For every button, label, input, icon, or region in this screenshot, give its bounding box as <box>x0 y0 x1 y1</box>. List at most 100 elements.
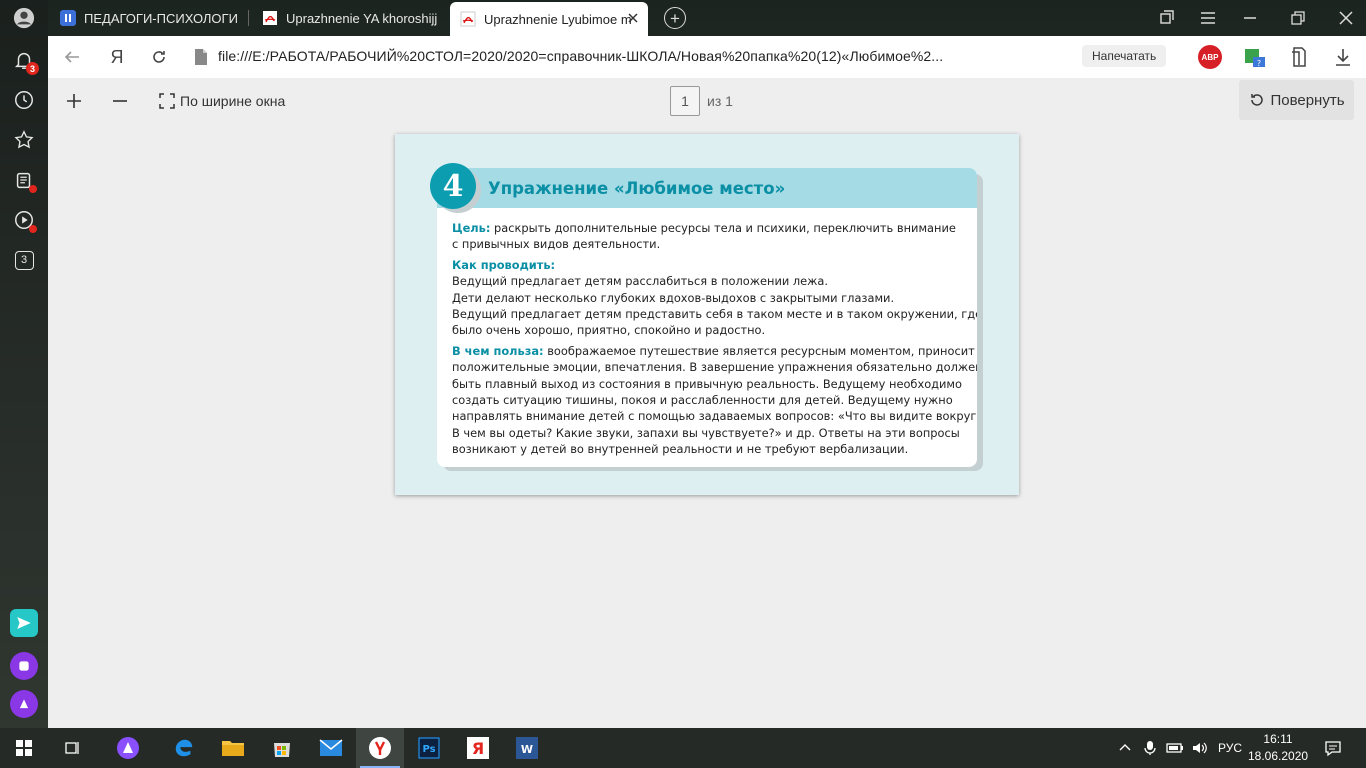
yandex-logo[interactable]: Я <box>106 46 128 68</box>
tab-separator <box>248 10 249 26</box>
card-body: Цель: раскрыть дополнительные ресурсы те… <box>452 220 977 462</box>
svg-text:Ps: Ps <box>422 744 435 755</box>
notifications-bell-icon[interactable]: 3 <box>8 44 40 76</box>
rotate-button[interactable]: Повернуть <box>1239 80 1354 120</box>
notifications-badge: 3 <box>26 62 39 75</box>
page-number-input[interactable]: 1 <box>670 86 700 116</box>
new-tab-button[interactable]: + <box>664 7 686 29</box>
close-tab-icon[interactable] <box>626 11 640 25</box>
tab-label: Uprazhnenie YA khoroshijj <box>286 10 438 26</box>
video-play-icon[interactable] <box>8 204 40 236</box>
rotate-label: Повернуть <box>1270 91 1345 109</box>
microsoft-store-icon[interactable] <box>258 728 306 768</box>
tab-label: Uprazhnenie Lyubimoe m <box>484 11 632 27</box>
goal-text: раскрыть дополнительные ресурсы тела и п… <box>490 221 956 235</box>
how-label: Как проводить: <box>452 257 556 272</box>
extension-download-icon[interactable]: ? <box>1243 45 1267 69</box>
goal-line: Цель: раскрыть дополнительные ресурсы те… <box>452 220 964 236</box>
how-line: было очень хорошо, приятно, спокойно и р… <box>452 323 766 338</box>
benefit-text: воображаемое путешествие является ресурс… <box>543 343 975 358</box>
bookmark-app-icon <box>60 10 76 26</box>
photoshop-icon[interactable]: Ps <box>405 728 453 768</box>
goal-line: с привычных видов деятельности. <box>452 237 661 252</box>
svg-text:?: ? <box>1257 59 1261 68</box>
mail-icon[interactable] <box>307 728 355 768</box>
print-button[interactable]: Напечатать <box>1082 45 1167 67</box>
close-window-icon[interactable] <box>1336 8 1356 28</box>
start-windows-icon[interactable] <box>0 728 48 768</box>
fit-width-button[interactable]: По ширине окна <box>158 90 285 112</box>
edge-browser-icon[interactable] <box>160 728 208 768</box>
file-page-icon[interactable] <box>190 46 212 68</box>
yandex-icon[interactable]: Я <box>454 728 502 768</box>
fit-width-label: По ширине окна <box>180 93 286 109</box>
pdf-toolbar: По ширине окна 1 из 1 Повернуть <box>48 78 1366 124</box>
downloads-icon[interactable] <box>1331 45 1355 69</box>
tab-bar: ПЕДАГОГИ-ПСИХОЛОГИ Uprazhnenie YA khoros… <box>48 0 1366 36</box>
exercise-card: Упражнение «Любимое место» Цель: раскрыт… <box>437 168 977 467</box>
alice-assistant-icon[interactable] <box>10 690 38 718</box>
collections-icon[interactable] <box>8 164 40 196</box>
tab-uprazhnenie-ya[interactable]: Uprazhnenie YA khoroshijj <box>252 5 444 31</box>
restore-window-icon[interactable] <box>1288 8 1308 28</box>
goal-paragraph: Цель: раскрыть дополнительные ресурсы те… <box>452 220 964 253</box>
profile-icon[interactable] <box>8 2 40 34</box>
svg-text:Я: Я <box>472 739 484 758</box>
tab-label: ПЕДАГОГИ-ПСИХОЛОГИ <box>84 10 238 26</box>
zoom-in-plus-icon[interactable] <box>65 90 83 112</box>
menu-hamburger-icon[interactable] <box>1198 8 1218 28</box>
yandex-browser-taskbar-icon[interactable] <box>356 728 404 768</box>
word-icon[interactable]: W <box>503 728 551 768</box>
pdf-icon <box>263 11 277 25</box>
benefit-line: положительные эмоции, впечатления. В зав… <box>452 360 977 375</box>
task-view-icon[interactable] <box>48 728 96 768</box>
rotate-icon <box>1251 94 1264 106</box>
pdf-icon <box>460 11 476 27</box>
how-line: Ведущий предлагает детям расслабиться в … <box>452 274 829 289</box>
reload-icon[interactable] <box>148 46 170 68</box>
alice-taskbar-icon[interactable] <box>104 728 152 768</box>
tab-uprazhnenie-lyubimoe[interactable]: Uprazhnenie Lyubimoe m <box>450 2 648 36</box>
windows-taskbar: Ps Я W РУС 16:11 18.06.2020 <box>0 728 1366 768</box>
exercise-number: 4 <box>430 163 476 209</box>
tabs-count-icon[interactable]: 3 <box>8 244 40 276</box>
battery-icon[interactable] <box>1166 728 1184 768</box>
exercise-title: Упражнение «Любимое место» <box>488 179 786 198</box>
svg-text:W: W <box>521 743 533 756</box>
microphone-icon[interactable] <box>1143 728 1157 768</box>
benefit-line: В чем польза: воображаемое путешествие я… <box>452 343 975 359</box>
minimize-icon[interactable] <box>1240 8 1260 28</box>
benefit-line: В чем вы одеты? Какие звуки, запахи вы ч… <box>452 425 960 440</box>
goal-label: Цель: <box>452 221 491 235</box>
zoom-out-minus-icon[interactable] <box>111 90 129 112</box>
benefit-paragraph: В чем польза: воображаемое путешествие я… <box>452 343 977 458</box>
fit-width-icon <box>159 93 175 109</box>
tab-pedagogi[interactable]: ПЕДАГОГИ-ПСИХОЛОГИ <box>50 5 240 31</box>
url-field[interactable]: file:///E:/РАБОТА/РАБОЧИЙ%20СТОЛ=2020/20… <box>218 48 943 64</box>
file-explorer-icon[interactable] <box>209 728 257 768</box>
address-bar: Я file:///E:/РАБОТА/РАБОЧИЙ%20СТОЛ=2020/… <box>48 36 1366 78</box>
alice-music-icon[interactable] <box>10 652 38 680</box>
benefit-line: создать ситуацию тишины, покоя и расслаб… <box>452 393 953 408</box>
tab-manager-icon[interactable] <box>1156 8 1176 28</box>
pdf-page: Упражнение «Любимое место» Цель: раскрыт… <box>395 134 1019 495</box>
back-arrow-icon[interactable] <box>61 46 83 68</box>
video-new-dot <box>29 225 37 233</box>
system-clock[interactable]: 16:11 18.06.2020 <box>1248 731 1308 765</box>
collections-new-dot <box>29 185 37 193</box>
messenger-app-icon[interactable] <box>10 609 38 637</box>
history-clock-icon[interactable] <box>8 84 40 116</box>
benefit-line: быть плавный выход из состояния в привыч… <box>452 376 962 391</box>
pdf-viewer: По ширине окна 1 из 1 Повернуть Упражнен… <box>48 78 1366 728</box>
show-hidden-icons-chevron-icon[interactable] <box>1118 728 1132 768</box>
benefit-line: возникают у детей во внутренней реальнос… <box>452 442 909 457</box>
volume-icon[interactable] <box>1191 728 1209 768</box>
bookmarks-star-icon[interactable] <box>8 124 40 156</box>
input-language[interactable]: РУС <box>1218 728 1242 768</box>
page-total-label: из 1 <box>707 93 733 109</box>
action-center-icon[interactable] <box>1324 728 1342 768</box>
how-line: Дети делают несколько глубоких вдохов-вы… <box>452 290 895 305</box>
adblock-plus-icon[interactable]: ABP <box>1198 45 1222 69</box>
benefit-label: В чем польза: <box>452 343 544 358</box>
reading-list-icon[interactable] <box>1288 45 1312 69</box>
